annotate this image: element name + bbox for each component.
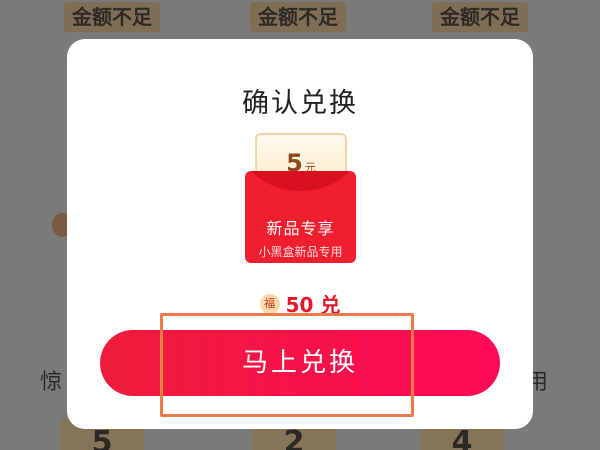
coupon-sublabel: 小黑盒新品专用 — [258, 245, 343, 259]
envelope-flap — [245, 171, 356, 191]
envelope-body: 新品专享 小黑盒新品专用 — [245, 171, 356, 263]
insufficient-chip: 金额不足 — [250, 2, 346, 32]
insufficient-chip: 金额不足 — [432, 2, 528, 32]
dialog-title: 确认兑换 — [242, 88, 358, 119]
highlight-box — [160, 313, 414, 417]
fu-points-icon: 福 — [259, 293, 280, 314]
coupon-label: 新品专享 — [266, 219, 335, 238]
background-text: 惊 — [40, 370, 63, 395]
insufficient-chip: 金额不足 — [64, 2, 160, 32]
coupon-envelope: 5元 新品专享 小黑盒新品专用 — [245, 133, 356, 263]
